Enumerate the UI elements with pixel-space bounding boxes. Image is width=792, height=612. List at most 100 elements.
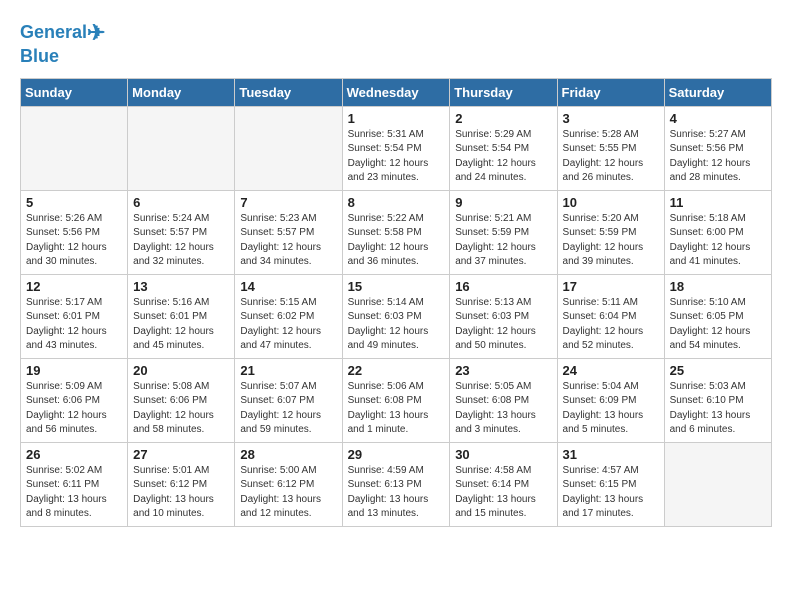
- day-number: 7: [240, 195, 336, 210]
- logo-bird-icon: ✈: [87, 20, 105, 45]
- weekday-header-tuesday: Tuesday: [235, 78, 342, 106]
- day-info: Sunrise: 5:17 AM Sunset: 6:01 PM Dayligh…: [26, 296, 122, 354]
- day-number: 11: [670, 195, 766, 210]
- calendar-cell: 16 Sunrise: 5:13 AM Sunset: 6:03 PM Dayli…: [450, 274, 557, 358]
- calendar-cell: 8 Sunrise: 5:22 AM Sunset: 5:58 PM Daylig…: [342, 190, 450, 274]
- day-info: Sunrise: 5:04 AM Sunset: 6:09 PM Dayligh…: [563, 380, 659, 438]
- day-number: 3: [563, 111, 659, 126]
- calendar-cell: 22 Sunrise: 5:06 AM Sunset: 6:08 PM Dayli…: [342, 358, 450, 442]
- day-number: 8: [348, 195, 445, 210]
- calendar-cell: 26 Sunrise: 5:02 AM Sunset: 6:11 PM Dayli…: [21, 442, 128, 526]
- calendar-cell: [128, 106, 235, 190]
- day-number: 6: [133, 195, 229, 210]
- day-info: Sunrise: 5:18 AM Sunset: 6:00 PM Dayligh…: [670, 212, 766, 270]
- day-info: Sunrise: 5:02 AM Sunset: 6:11 PM Dayligh…: [26, 464, 122, 522]
- day-number: 1: [348, 111, 445, 126]
- day-number: 13: [133, 279, 229, 294]
- day-info: Sunrise: 5:15 AM Sunset: 6:02 PM Dayligh…: [240, 296, 336, 354]
- day-number: 25: [670, 363, 766, 378]
- day-number: 16: [455, 279, 551, 294]
- calendar-cell: 21 Sunrise: 5:07 AM Sunset: 6:07 PM Dayli…: [235, 358, 342, 442]
- day-number: 9: [455, 195, 551, 210]
- day-number: 20: [133, 363, 229, 378]
- day-info: Sunrise: 4:58 AM Sunset: 6:14 PM Dayligh…: [455, 464, 551, 522]
- weekday-header-wednesday: Wednesday: [342, 78, 450, 106]
- calendar-cell: 1Sunrise: 5:31 AM Sunset: 5:54 PM Daylig…: [342, 106, 450, 190]
- weekday-header-saturday: Saturday: [664, 78, 771, 106]
- calendar-cell: 24 Sunrise: 5:04 AM Sunset: 6:09 PM Dayli…: [557, 358, 664, 442]
- calendar-week-row: 12 Sunrise: 5:17 AM Sunset: 6:01 PM Dayli…: [21, 274, 772, 358]
- calendar-cell: 3 Sunrise: 5:28 AM Sunset: 5:55 PM Daylig…: [557, 106, 664, 190]
- day-info: Sunrise: 5:01 AM Sunset: 6:12 PM Dayligh…: [133, 464, 229, 522]
- day-number: 26: [26, 447, 122, 462]
- weekday-header-row: SundayMondayTuesdayWednesdayThursdayFrid…: [21, 78, 772, 106]
- day-number: 18: [670, 279, 766, 294]
- calendar-cell: 9 Sunrise: 5:21 AM Sunset: 5:59 PM Daylig…: [450, 190, 557, 274]
- logo: General✈ Blue: [20, 20, 105, 68]
- day-info: Sunrise: 5:03 AM Sunset: 6:10 PM Dayligh…: [670, 380, 766, 438]
- calendar-cell: 2Sunrise: 5:29 AM Sunset: 5:54 PM Daylig…: [450, 106, 557, 190]
- day-number: 10: [563, 195, 659, 210]
- day-number: 12: [26, 279, 122, 294]
- day-info: Sunrise: 5:28 AM Sunset: 5:55 PM Dayligh…: [563, 128, 659, 186]
- day-info: Sunrise: 5:11 AM Sunset: 6:04 PM Dayligh…: [563, 296, 659, 354]
- day-number: 14: [240, 279, 336, 294]
- day-number: 27: [133, 447, 229, 462]
- day-info: Sunrise: 5:16 AM Sunset: 6:01 PM Dayligh…: [133, 296, 229, 354]
- calendar-week-row: 1Sunrise: 5:31 AM Sunset: 5:54 PM Daylig…: [21, 106, 772, 190]
- calendar-cell: 25 Sunrise: 5:03 AM Sunset: 6:10 PM Dayli…: [664, 358, 771, 442]
- calendar-cell: 23Sunrise: 5:05 AM Sunset: 6:08 PM Dayli…: [450, 358, 557, 442]
- weekday-header-thursday: Thursday: [450, 78, 557, 106]
- day-info: Sunrise: 5:13 AM Sunset: 6:03 PM Dayligh…: [455, 296, 551, 354]
- calendar-cell: 14 Sunrise: 5:15 AM Sunset: 6:02 PM Dayli…: [235, 274, 342, 358]
- day-info: Sunrise: 5:07 AM Sunset: 6:07 PM Dayligh…: [240, 380, 336, 438]
- calendar-cell: 20 Sunrise: 5:08 AM Sunset: 6:06 PM Dayli…: [128, 358, 235, 442]
- day-info: Sunrise: 5:10 AM Sunset: 6:05 PM Dayligh…: [670, 296, 766, 354]
- calendar-cell: 10 Sunrise: 5:20 AM Sunset: 5:59 PM Dayli…: [557, 190, 664, 274]
- calendar-cell: 11 Sunrise: 5:18 AM Sunset: 6:00 PM Dayli…: [664, 190, 771, 274]
- calendar-cell: 7 Sunrise: 5:23 AM Sunset: 5:57 PM Daylig…: [235, 190, 342, 274]
- weekday-header-sunday: Sunday: [21, 78, 128, 106]
- calendar-cell: 15 Sunrise: 5:14 AM Sunset: 6:03 PM Dayli…: [342, 274, 450, 358]
- day-number: 21: [240, 363, 336, 378]
- calendar-cell: [21, 106, 128, 190]
- day-number: 23: [455, 363, 551, 378]
- calendar-cell: 4Sunrise: 5:27 AM Sunset: 5:56 PM Daylig…: [664, 106, 771, 190]
- calendar-table: SundayMondayTuesdayWednesdayThursdayFrid…: [20, 78, 772, 527]
- day-info: Sunrise: 4:57 AM Sunset: 6:15 PM Dayligh…: [563, 464, 659, 522]
- day-info: Sunrise: 5:26 AM Sunset: 5:56 PM Dayligh…: [26, 212, 122, 270]
- day-number: 17: [563, 279, 659, 294]
- calendar-cell: 5 Sunrise: 5:26 AM Sunset: 5:56 PM Daylig…: [21, 190, 128, 274]
- calendar-cell: 31Sunrise: 4:57 AM Sunset: 6:15 PM Dayli…: [557, 442, 664, 526]
- logo-blue: Blue: [20, 46, 59, 66]
- calendar-cell: 18 Sunrise: 5:10 AM Sunset: 6:05 PM Dayli…: [664, 274, 771, 358]
- day-info: Sunrise: 5:22 AM Sunset: 5:58 PM Dayligh…: [348, 212, 445, 270]
- calendar-cell: 29Sunrise: 4:59 AM Sunset: 6:13 PM Dayli…: [342, 442, 450, 526]
- day-number: 28: [240, 447, 336, 462]
- day-info: Sunrise: 5:23 AM Sunset: 5:57 PM Dayligh…: [240, 212, 336, 270]
- calendar-week-row: 26 Sunrise: 5:02 AM Sunset: 6:11 PM Dayli…: [21, 442, 772, 526]
- calendar-cell: 12 Sunrise: 5:17 AM Sunset: 6:01 PM Dayli…: [21, 274, 128, 358]
- weekday-header-monday: Monday: [128, 78, 235, 106]
- calendar-cell: 17 Sunrise: 5:11 AM Sunset: 6:04 PM Dayli…: [557, 274, 664, 358]
- day-number: 22: [348, 363, 445, 378]
- day-info: Sunrise: 5:14 AM Sunset: 6:03 PM Dayligh…: [348, 296, 445, 354]
- day-info: Sunrise: 4:59 AM Sunset: 6:13 PM Dayligh…: [348, 464, 445, 522]
- calendar-cell: 19 Sunrise: 5:09 AM Sunset: 6:06 PM Dayli…: [21, 358, 128, 442]
- day-info: Sunrise: 5:06 AM Sunset: 6:08 PM Dayligh…: [348, 380, 445, 438]
- day-number: 24: [563, 363, 659, 378]
- day-info: Sunrise: 5:20 AM Sunset: 5:59 PM Dayligh…: [563, 212, 659, 270]
- calendar-cell: 13 Sunrise: 5:16 AM Sunset: 6:01 PM Dayli…: [128, 274, 235, 358]
- calendar-cell: 30Sunrise: 4:58 AM Sunset: 6:14 PM Dayli…: [450, 442, 557, 526]
- calendar-cell: 27 Sunrise: 5:01 AM Sunset: 6:12 PM Dayli…: [128, 442, 235, 526]
- day-info: Sunrise: 5:21 AM Sunset: 5:59 PM Dayligh…: [455, 212, 551, 270]
- day-number: 5: [26, 195, 122, 210]
- day-number: 19: [26, 363, 122, 378]
- calendar-week-row: 5 Sunrise: 5:26 AM Sunset: 5:56 PM Daylig…: [21, 190, 772, 274]
- calendar-cell: [235, 106, 342, 190]
- calendar-week-row: 19 Sunrise: 5:09 AM Sunset: 6:06 PM Dayli…: [21, 358, 772, 442]
- day-info: Sunrise: 5:09 AM Sunset: 6:06 PM Dayligh…: [26, 380, 122, 438]
- day-info: Sunrise: 5:08 AM Sunset: 6:06 PM Dayligh…: [133, 380, 229, 438]
- day-number: 15: [348, 279, 445, 294]
- calendar-cell: 6Sunrise: 5:24 AM Sunset: 5:57 PM Daylig…: [128, 190, 235, 274]
